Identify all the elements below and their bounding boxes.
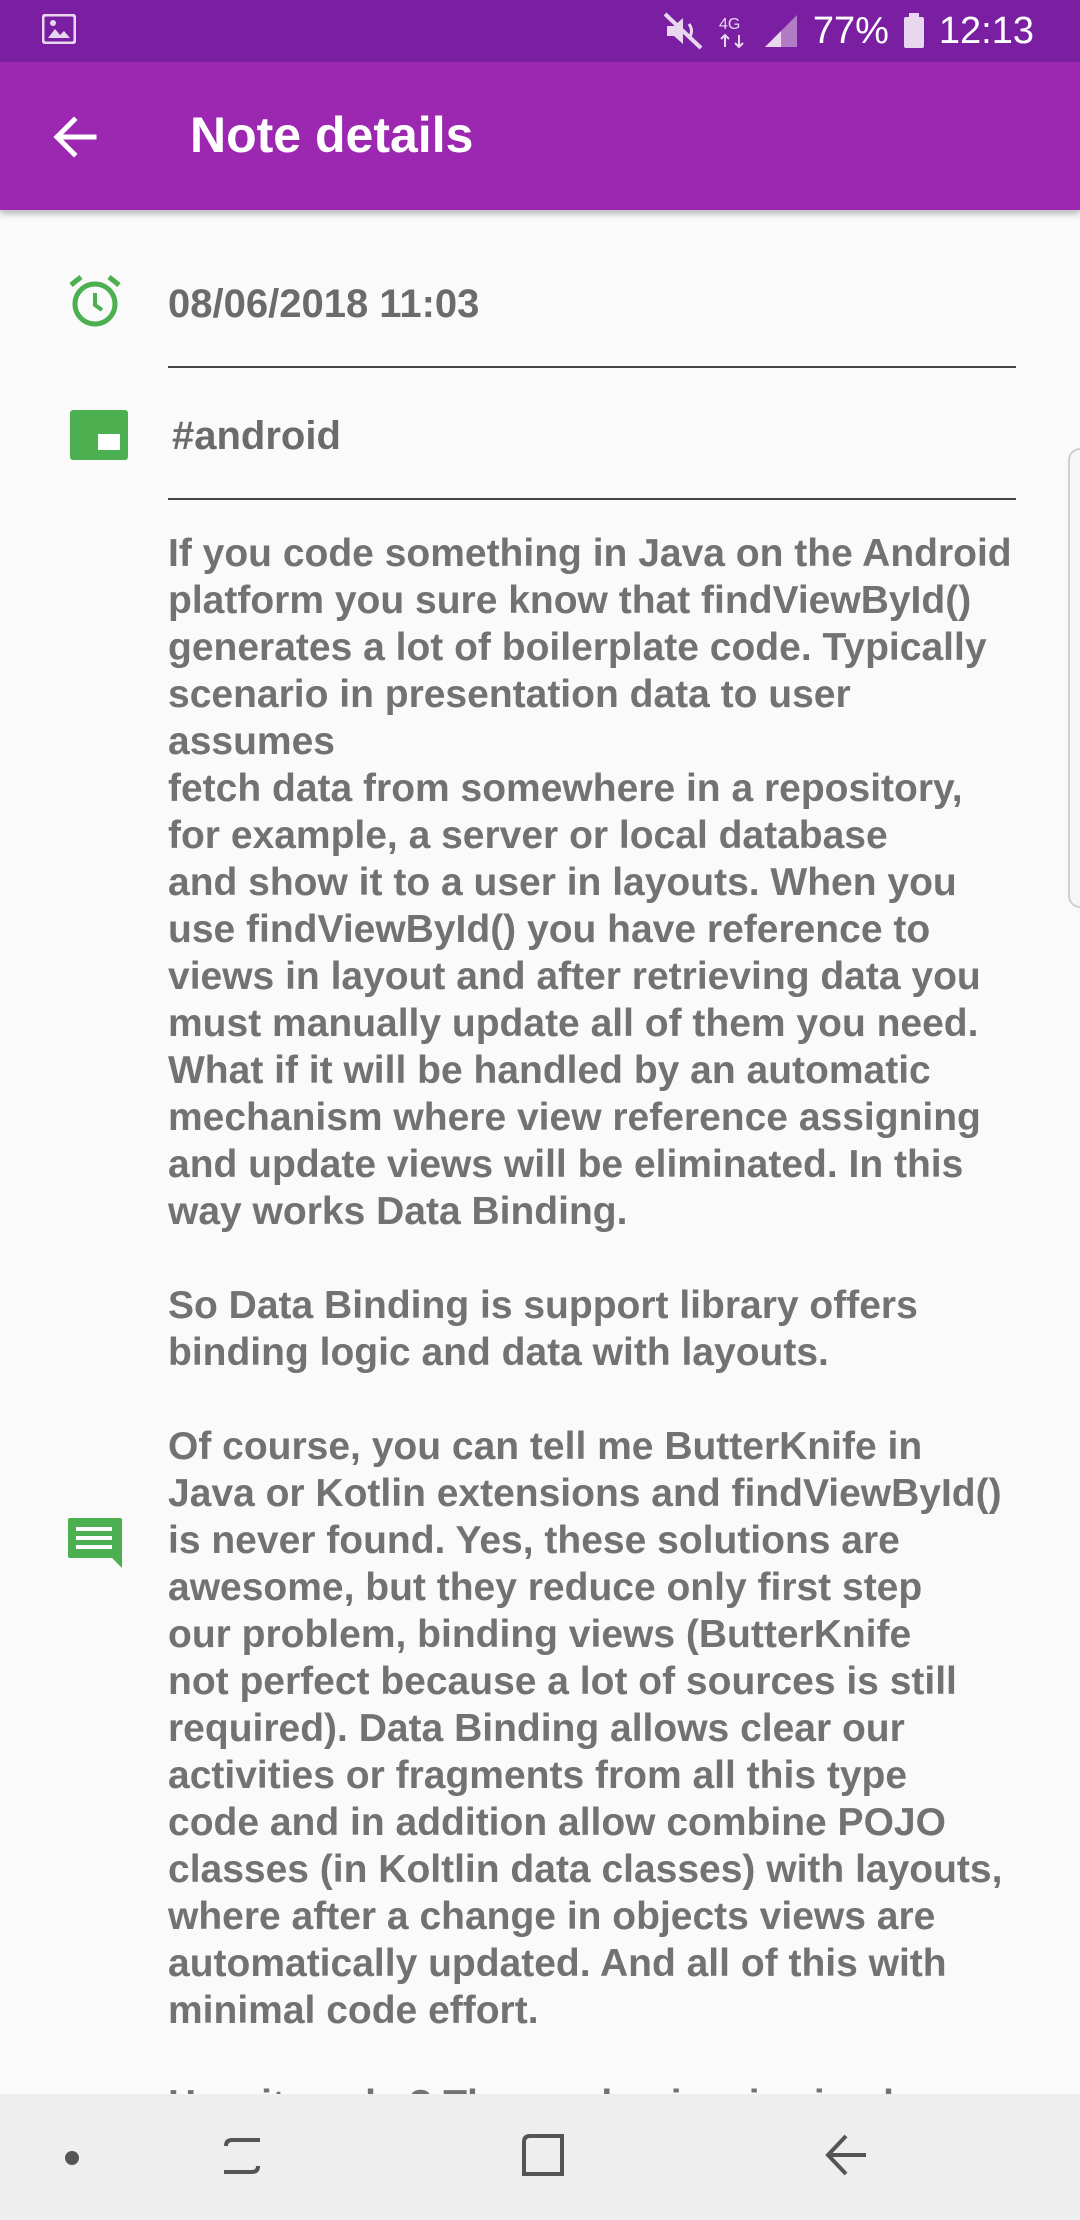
comment-icon [68,1518,122,1568]
note-datetime-row[interactable]: 08/06/2018 11:03 [0,260,1080,370]
navigation-bar [0,2094,1080,2220]
note-body-text[interactable]: If you code something in Java on the And… [168,530,1028,2128]
tag-divider [168,498,1016,500]
home-icon[interactable] [520,2132,566,2178]
alarm-icon [69,275,121,327]
mute-icon [663,12,703,50]
gallery-icon [42,14,76,44]
clock: 12:13 [938,9,1034,52]
dot-icon[interactable] [64,2150,80,2166]
battery-icon [903,13,924,48]
network-icon: 4G [719,16,744,49]
edge-panel-handle[interactable] [1068,448,1080,908]
status-bar: 4G 77% 12:13 [0,0,1080,62]
note-datetime: 08/06/2018 11:03 [168,282,480,326]
page-title: Note details [190,107,474,163]
note-tag-row[interactable]: #android [0,400,1080,500]
app-bar: Note details [0,62,1080,210]
note-tag: #android [172,414,341,458]
label-icon [70,410,128,460]
battery-percent: 77% [812,9,889,52]
back-arrow-icon[interactable] [50,112,100,162]
recent-apps-icon[interactable] [220,2132,264,2178]
signal-icon [764,15,797,47]
datetime-divider [168,366,1016,368]
back-icon[interactable] [824,2132,870,2178]
network-label: 4G [719,16,740,33]
